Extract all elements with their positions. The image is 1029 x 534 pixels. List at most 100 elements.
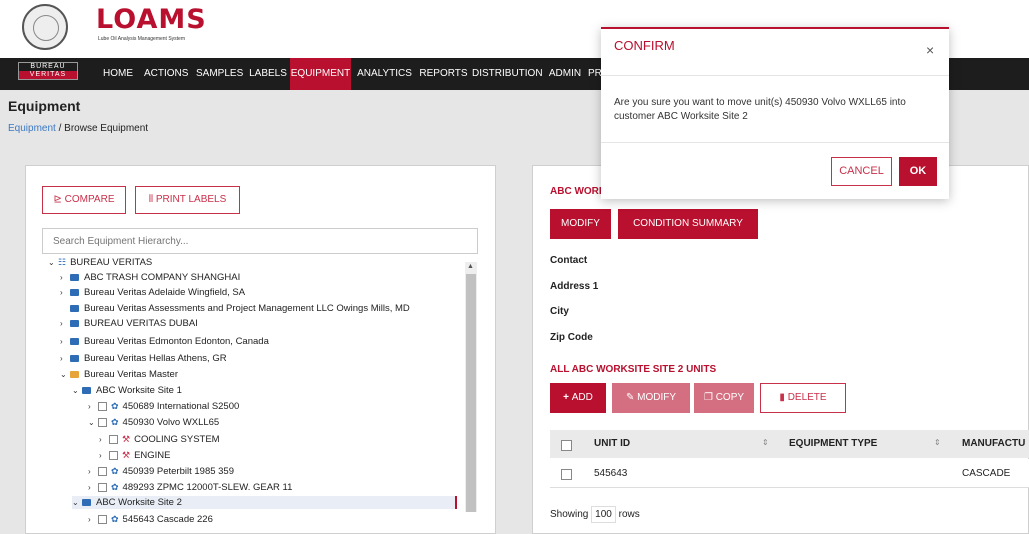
condition-summary-button[interactable]: CONDITION SUMMARY bbox=[618, 209, 758, 239]
tree-node[interactable]: › ⚒ ENGINE bbox=[99, 449, 171, 462]
tree-checkbox[interactable] bbox=[98, 401, 107, 411]
print-labels-button[interactable]: ⦀ PRINT LABELS bbox=[135, 186, 240, 214]
tree-node-selected[interactable]: ⌄ ABC Worksite Site 2 bbox=[72, 496, 457, 509]
ok-button[interactable]: OK bbox=[899, 157, 937, 186]
tree-node-label: Bureau Veritas Hellas Athens, GR bbox=[84, 353, 227, 364]
chevron-right-icon[interactable]: › bbox=[88, 400, 98, 413]
nav-analytics[interactable]: ANALYTICS bbox=[356, 58, 413, 90]
cancel-button[interactable]: CANCEL bbox=[831, 157, 892, 186]
nav-labels[interactable]: LABELS bbox=[249, 58, 287, 90]
nav-actions[interactable]: ACTIONS bbox=[144, 58, 188, 90]
tree-node[interactable]: › BUREAU VERITAS DUBAI bbox=[60, 317, 198, 330]
gear-icon: ✿ bbox=[111, 417, 119, 427]
row-checkbox[interactable] bbox=[561, 469, 572, 480]
tree-node[interactable]: › ✿ 450689 International S2500 bbox=[88, 400, 239, 413]
breadcrumb-sep: / bbox=[55, 123, 65, 134]
copy-unit-button[interactable]: ❐ COPY bbox=[694, 383, 754, 413]
chevron-right-icon[interactable]: › bbox=[60, 352, 70, 365]
print-labels-label: PRINT LABELS bbox=[155, 194, 227, 205]
chevron-right-icon[interactable]: › bbox=[99, 433, 109, 446]
chevron-right-icon[interactable]: › bbox=[60, 317, 70, 330]
copy-unit-label: COPY bbox=[715, 392, 745, 403]
tree-node-label: BUREAU VERITAS bbox=[70, 257, 153, 268]
tree-node[interactable]: › ABC TRASH COMPANY SHANGHAI bbox=[60, 271, 240, 284]
breadcrumb: Equipment / Browse Equipment bbox=[8, 123, 148, 134]
chevron-down-icon[interactable]: ⌄ bbox=[72, 384, 82, 397]
sort-icon[interactable]: ⇕ bbox=[934, 438, 941, 447]
zip-code-label: Zip Code bbox=[550, 332, 593, 343]
col-equipment-type[interactable]: EQUIPMENT TYPE bbox=[789, 438, 877, 449]
gear-icon: ✿ bbox=[111, 482, 119, 492]
tree-node[interactable]: › Bureau Veritas Adelaide Wingfield, SA bbox=[60, 286, 245, 299]
nav-reports[interactable]: REPORTS bbox=[419, 58, 468, 90]
compare-button[interactable]: ⊵ COMPARE bbox=[42, 186, 126, 214]
chevron-right-icon[interactable]: › bbox=[88, 465, 98, 478]
modify-customer-button[interactable]: MODIFY bbox=[550, 209, 611, 239]
tree-node[interactable]: ⌄ ABC Worksite Site 1 bbox=[72, 384, 182, 397]
tree-checkbox[interactable] bbox=[109, 434, 118, 444]
add-label: ADD bbox=[571, 392, 593, 403]
close-icon[interactable]: × bbox=[926, 42, 934, 58]
tree-node[interactable]: › ⚒ COOLING SYSTEM bbox=[99, 433, 220, 446]
chevron-right-icon[interactable]: › bbox=[99, 449, 109, 462]
tree-node-label: ABC TRASH COMPANY SHANGHAI bbox=[84, 272, 241, 283]
bv-logo-line1: BUREAU bbox=[30, 63, 66, 70]
tree-node[interactable]: ⌄ ✿ 450930 Volvo WXLL65 bbox=[88, 416, 219, 429]
tree-checkbox[interactable] bbox=[98, 466, 107, 476]
nav-samples[interactable]: SAMPLES bbox=[196, 58, 243, 90]
chevron-right-icon[interactable]: › bbox=[88, 481, 98, 494]
chevron-right-icon[interactable]: › bbox=[60, 286, 70, 299]
nav-pr[interactable]: PR bbox=[588, 58, 602, 90]
wrench-icon: ⚒ bbox=[122, 434, 131, 444]
add-unit-button[interactable]: + ADD bbox=[550, 383, 606, 413]
tree-node[interactable]: › ✿ 489293 ZPMC 12000T-SLEW. GEAR 11 bbox=[88, 481, 292, 494]
app-logo[interactable]: LOAMS bbox=[96, 4, 207, 35]
nav-equipment[interactable]: EQUIPMENT bbox=[290, 58, 351, 90]
tree-node-label: COOLING SYSTEM bbox=[134, 434, 220, 445]
page-size-select[interactable]: 100 bbox=[591, 506, 616, 523]
address-label: Address 1 bbox=[550, 281, 599, 292]
sort-icon[interactable]: ⇕ bbox=[762, 438, 769, 447]
nav-distribution[interactable]: DISTRIBUTION bbox=[472, 58, 543, 90]
select-all-checkbox[interactable] bbox=[561, 440, 572, 451]
tree-checkbox[interactable] bbox=[109, 450, 118, 460]
tree-checkbox[interactable] bbox=[98, 417, 107, 427]
modal-divider bbox=[601, 142, 949, 143]
folder-icon bbox=[70, 304, 79, 312]
folder-icon bbox=[70, 288, 79, 296]
folder-icon bbox=[70, 337, 79, 345]
tree-node[interactable]: Bureau Veritas Assessments and Project M… bbox=[60, 302, 410, 315]
breadcrumb-equipment-link[interactable]: Equipment bbox=[8, 123, 56, 134]
chevron-right-icon[interactable]: › bbox=[88, 513, 98, 526]
chevron-down-icon[interactable]: ⌄ bbox=[60, 368, 70, 381]
nav-home[interactable]: HOME bbox=[103, 58, 133, 90]
compare-label: COMPARE bbox=[64, 194, 115, 205]
folder-icon bbox=[70, 354, 79, 362]
page-title: Equipment bbox=[8, 98, 81, 114]
tree-node[interactable]: › Bureau Veritas Edmonton Edonton, Canada bbox=[60, 335, 269, 348]
equipment-search-input[interactable] bbox=[42, 228, 478, 254]
tree-checkbox[interactable] bbox=[98, 514, 107, 524]
col-manufacturer[interactable]: MANUFACTU bbox=[962, 438, 1025, 449]
delete-unit-button[interactable]: ▮ DELETE bbox=[760, 383, 846, 413]
nav-admin[interactable]: ADMIN bbox=[546, 58, 584, 90]
tree-node[interactable]: › ✿ 545643 Cascade 226 bbox=[88, 513, 213, 526]
chevron-down-icon[interactable]: ⌄ bbox=[48, 256, 58, 269]
modify-unit-button[interactable]: ✎ MODIFY bbox=[612, 383, 690, 413]
tree-node[interactable]: ⌄ ☷ BUREAU VERITAS bbox=[48, 256, 152, 269]
col-unit-id[interactable]: UNIT ID bbox=[594, 438, 630, 449]
units-heading: ALL ABC WORKSITE SITE 2 UNITS bbox=[550, 364, 717, 375]
chevron-right-icon[interactable]: › bbox=[60, 335, 70, 348]
chevron-right-icon[interactable]: › bbox=[60, 271, 70, 284]
scroll-up-icon[interactable]: ▲ bbox=[467, 263, 474, 270]
showing-suffix: rows bbox=[618, 509, 640, 520]
chevron-down-icon[interactable]: ⌄ bbox=[88, 416, 98, 429]
tree-scrollbar-thumb[interactable] bbox=[466, 274, 476, 512]
tree-node[interactable]: ⌄ Bureau Veritas Master bbox=[60, 368, 178, 381]
tree-checkbox[interactable] bbox=[98, 482, 107, 492]
tree-node[interactable]: › Bureau Veritas Hellas Athens, GR bbox=[60, 352, 227, 365]
bv-logo-line2: VERITAS bbox=[19, 71, 77, 79]
tree-node[interactable]: › ✿ 450939 Peterbilt 1985 359 bbox=[88, 465, 234, 478]
delete-unit-label: DELETE bbox=[787, 392, 827, 403]
chevron-down-icon[interactable]: ⌄ bbox=[72, 496, 82, 509]
